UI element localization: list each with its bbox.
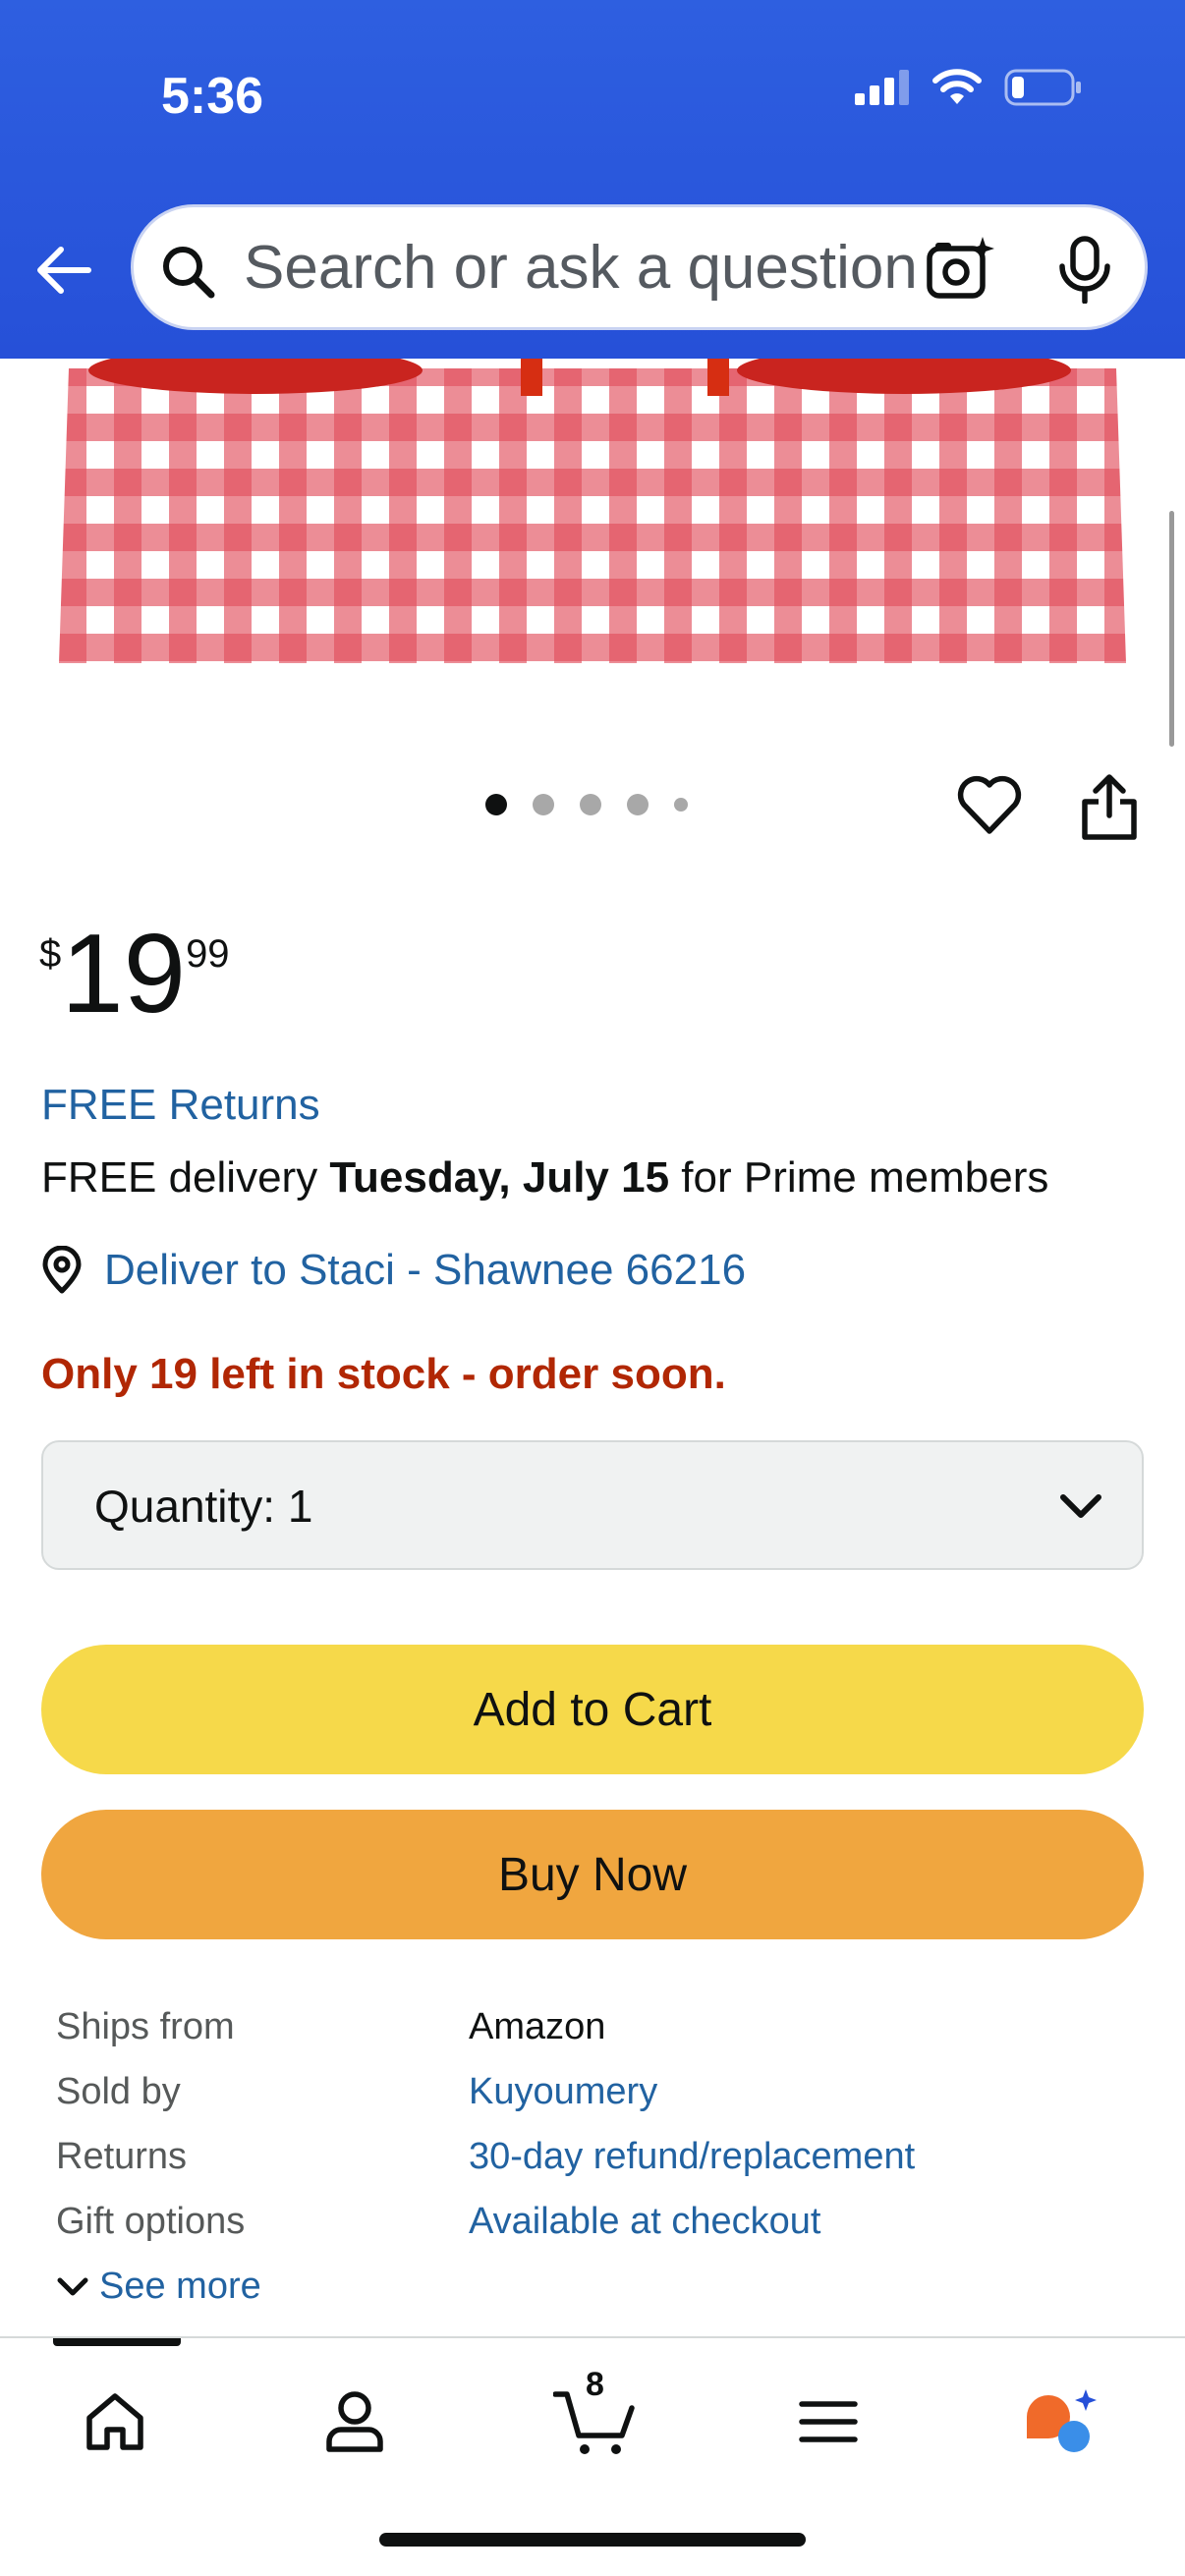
info-row-sold-by: Sold by Kuyoumery xyxy=(56,2059,1137,2124)
status-icons xyxy=(855,69,1083,106)
nav-rufus[interactable] xyxy=(1016,2378,1104,2466)
home-indicator xyxy=(379,2533,806,2547)
nav-cart[interactable]: 8 xyxy=(546,2366,645,2466)
info-key: Ships from xyxy=(56,2005,235,2047)
chevron-down-icon xyxy=(1060,1494,1101,1518)
home-icon xyxy=(86,2393,143,2450)
gift-options-link[interactable]: Available at checkout xyxy=(469,2201,820,2243)
seller-info: Ships from Amazon Sold by Kuyoumery Retu… xyxy=(56,1994,1137,2254)
camera-icon[interactable] xyxy=(926,235,994,304)
share-icon[interactable] xyxy=(1077,772,1142,843)
info-row-returns: Returns 30-day refund/replacement xyxy=(56,2124,1137,2189)
returns-link[interactable]: 30-day refund/replacement xyxy=(469,2136,915,2178)
battery-icon xyxy=(1004,69,1081,106)
deliver-to-text[interactable]: Deliver to Staci - Shawnee 66216 xyxy=(104,1246,746,1295)
info-row-ships-from: Ships from Amazon xyxy=(56,1994,1137,2059)
price-symbol: $ xyxy=(39,932,62,976)
tablecloth-image xyxy=(59,359,1126,677)
image-carousel-dots[interactable] xyxy=(485,794,688,815)
heart-icon[interactable] xyxy=(955,772,1024,837)
price-fraction: 99 xyxy=(186,932,230,976)
nav-menu[interactable] xyxy=(784,2378,873,2466)
delivery-suffix: for Prime members xyxy=(669,1153,1049,1202)
deliver-to-link[interactable]: Deliver to Staci - Shawnee 66216 xyxy=(39,1246,746,1295)
see-more-label[interactable]: See more xyxy=(99,2266,261,2308)
location-pin-icon xyxy=(42,1246,82,1294)
menu-icon xyxy=(799,2401,858,2442)
nav-account[interactable] xyxy=(310,2378,399,2466)
status-time: 5:36 xyxy=(161,68,264,125)
stock-message: Only 19 left in stock - order soon. xyxy=(41,1350,726,1398)
scroll-indicator xyxy=(1169,511,1174,747)
carousel-dot[interactable] xyxy=(533,794,554,815)
carousel-dot[interactable] xyxy=(627,794,649,815)
nav-home[interactable] xyxy=(71,2378,159,2466)
info-row-gift-options: Gift options Available at checkout xyxy=(56,2189,1137,2254)
carousel-dot[interactable] xyxy=(580,794,601,815)
price: $ 19 99 xyxy=(39,919,230,1031)
info-value: Amazon xyxy=(469,2005,606,2047)
chevron-down-icon xyxy=(57,2277,88,2295)
product-image[interactable] xyxy=(59,359,1126,677)
nav-active-indicator xyxy=(53,2338,181,2346)
info-key: Returns xyxy=(56,2135,188,2177)
account-icon xyxy=(326,2391,383,2452)
free-returns-link[interactable]: FREE Returns xyxy=(41,1081,320,1130)
signal-icon xyxy=(855,70,909,105)
add-to-cart-button[interactable]: Add to Cart xyxy=(41,1645,1144,1774)
header: 5:36 Search or ask a question xyxy=(0,0,1185,359)
search-icon xyxy=(163,247,215,299)
delivery-date: Tuesday, July 15 xyxy=(329,1153,670,1202)
seller-link[interactable]: Kuyoumery xyxy=(469,2071,657,2113)
delivery-message: FREE delivery Tuesday, July 15 for Prime… xyxy=(41,1153,1048,1203)
quantity-value: 1 xyxy=(287,1481,313,1532)
info-key: Sold by xyxy=(56,2070,181,2112)
carousel-dot[interactable] xyxy=(485,794,507,815)
quantity-label-text: Quantity: xyxy=(94,1481,276,1532)
quantity-select[interactable]: Quantity: 1 xyxy=(41,1440,1144,1570)
buy-now-button[interactable]: Buy Now xyxy=(41,1810,1144,1939)
cart-count: 8 xyxy=(586,2366,604,2403)
delivery-prefix: FREE delivery xyxy=(41,1153,330,1202)
quantity-label: Quantity: 1 xyxy=(94,1480,312,1533)
rufus-icon xyxy=(1027,2389,1097,2452)
carousel-dot[interactable] xyxy=(674,798,688,812)
search-input[interactable]: Search or ask a question xyxy=(244,233,918,303)
price-whole: 19 xyxy=(61,912,187,1036)
search-bar[interactable]: Search or ask a question xyxy=(131,204,1148,330)
see-more-link[interactable]: See more xyxy=(56,2266,261,2308)
mic-icon[interactable] xyxy=(1052,235,1117,304)
info-key: Gift options xyxy=(56,2200,246,2242)
wifi-icon xyxy=(932,69,982,104)
back-arrow-icon[interactable] xyxy=(29,236,98,305)
